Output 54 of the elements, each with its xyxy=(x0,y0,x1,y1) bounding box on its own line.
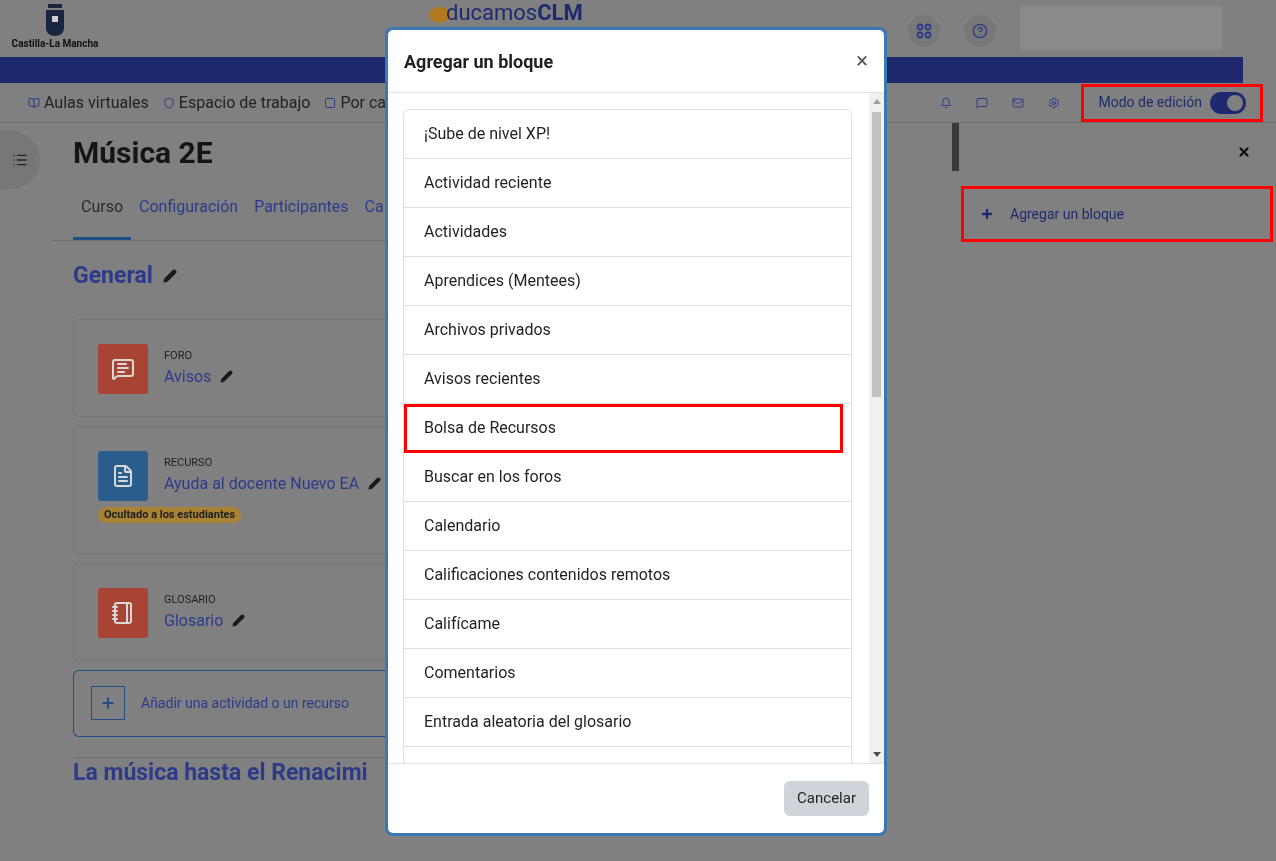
block-option[interactable]: Entrada aleatoria del glosario xyxy=(404,698,851,747)
activity-type: RECURSO xyxy=(164,455,214,472)
crest-icon xyxy=(44,2,66,38)
mail-icon[interactable] xyxy=(1012,96,1025,109)
block-option[interactable]: Actividades xyxy=(404,208,851,257)
block-option[interactable]: Avisos recientes xyxy=(404,355,851,404)
chat-icon[interactable] xyxy=(976,96,989,109)
notebook-icon xyxy=(111,600,135,625)
block-option[interactable]: Archivos privados xyxy=(404,306,851,355)
settings-icon[interactable] xyxy=(1048,96,1061,109)
plus-icon xyxy=(91,686,125,720)
course-index-button[interactable] xyxy=(0,131,40,189)
nav-link[interactable]: Aulas virtuales xyxy=(28,90,149,115)
chat-icon xyxy=(111,356,135,381)
edit-mode-label: Modo de edición xyxy=(1098,93,1202,112)
nav-link[interactable]: Espacio de trabajo xyxy=(162,90,311,115)
block-option[interactable]: Calificaciones contenidos remotos xyxy=(404,551,851,600)
close-icon[interactable] xyxy=(1237,145,1251,159)
block-option[interactable]: Califícame xyxy=(404,600,851,649)
dialog-title: Agregar un bloque xyxy=(404,49,554,74)
pencil-icon[interactable] xyxy=(368,477,382,491)
nav-link[interactable]: Por ca xyxy=(324,90,386,115)
cancel-button[interactable]: Cancelar xyxy=(784,781,869,816)
section-title: General xyxy=(73,261,153,291)
activity-type: GLOSARIO xyxy=(164,592,217,609)
course-tab[interactable]: Curso xyxy=(73,189,132,240)
hidden-badge: Ocultado a los estudiantes xyxy=(98,506,242,523)
list-icon xyxy=(12,152,28,168)
book-icon xyxy=(28,96,40,109)
pencil-icon[interactable] xyxy=(220,370,234,384)
edit-mode-switch[interactable] xyxy=(1210,91,1246,114)
shield-icon xyxy=(162,96,175,109)
dialog-scrollbar[interactable] xyxy=(869,93,884,763)
square-icon xyxy=(324,96,337,109)
bell-icon[interactable] xyxy=(940,96,953,109)
close-button[interactable]: × xyxy=(856,50,868,72)
block-option[interactable]: Aprendices (Mentees) xyxy=(404,257,851,306)
document-icon xyxy=(111,463,135,488)
region-name: Castilla-La Mancha xyxy=(11,38,99,50)
section-title: La música hasta el Renacimi xyxy=(73,757,369,788)
block-option[interactable]: ¡Sube de nivel XP! xyxy=(404,110,851,159)
pencil-icon[interactable] xyxy=(232,614,246,628)
course-title: Música 2E xyxy=(73,134,213,172)
apps-icon[interactable] xyxy=(908,15,940,47)
plus-icon xyxy=(980,207,994,221)
block-option[interactable]: Comentarios xyxy=(404,649,851,698)
block-option[interactable]: Buscar en los foros xyxy=(404,453,851,502)
activity-type: FORO xyxy=(164,348,193,365)
block-option[interactable]: Calendario xyxy=(404,502,851,551)
help-icon[interactable] xyxy=(964,15,996,47)
scrollbar-thumb[interactable] xyxy=(952,123,959,171)
block-option[interactable]: Actividad reciente xyxy=(404,159,851,208)
block-option[interactable]: Bolsa de Recursos xyxy=(404,404,843,453)
pencil-icon[interactable] xyxy=(162,269,177,284)
